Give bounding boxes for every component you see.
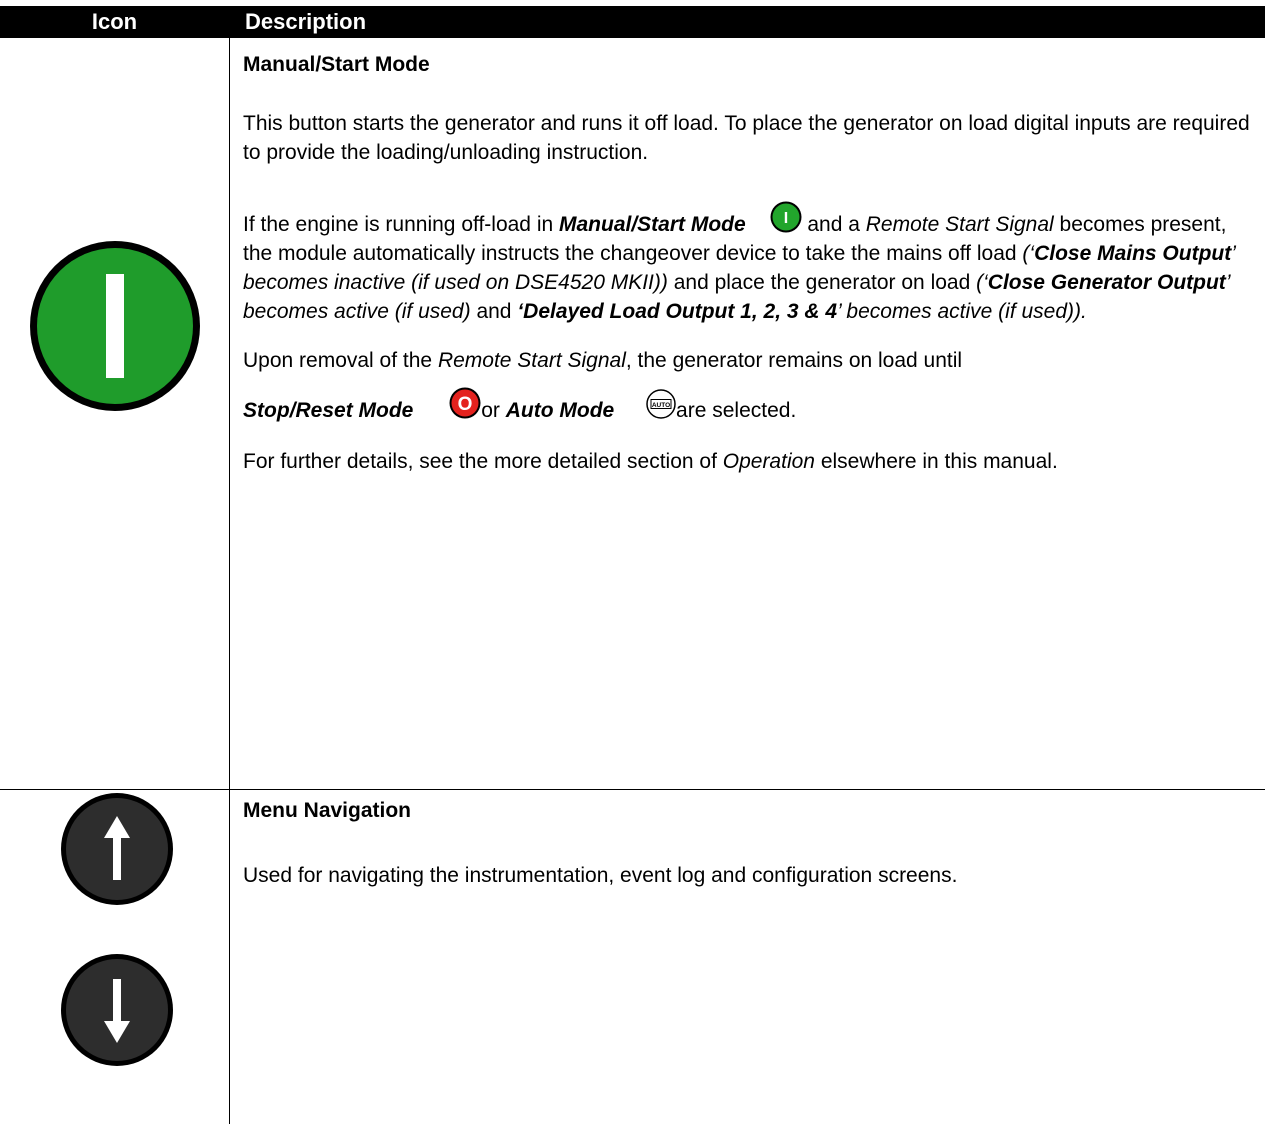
text: ’ becomes active (if used)). (837, 300, 1087, 323)
stop-mode-icon: O (449, 387, 481, 419)
signal-name: Remote Start Signal (437, 349, 626, 372)
auto-mode-icon: AUTO (646, 389, 676, 419)
output-name: Delayed Load Output 1, 2, 3 & 4 (523, 300, 838, 323)
paragraph: For further details, see the more detail… (243, 447, 1261, 476)
text: elsewhere in this manual. (814, 450, 1058, 473)
mode-name: Stop/Reset Mode (243, 399, 414, 422)
start-mode-icon: I (770, 201, 802, 233)
auto-glyph: AUTO (652, 402, 670, 409)
stop-glyph: O (458, 394, 473, 415)
column-divider (229, 38, 230, 1124)
text: (‘ (976, 271, 988, 294)
up-arrow-button-icon (61, 793, 173, 905)
paragraph: This button starts the generator and run… (243, 109, 1261, 167)
start-button-icon (30, 241, 200, 411)
row-divider (0, 789, 1265, 790)
text: If the engine is running off-load in (243, 213, 559, 236)
row-title: Manual/Start Mode (243, 53, 430, 76)
paragraph-text: This button starts the generator and run… (243, 112, 1250, 164)
section-name: Operation (722, 450, 815, 473)
text: Upon removal of the (243, 349, 438, 372)
paragraph: Used for navigating the instrumentation,… (243, 864, 958, 887)
header-icon-column: Icon (91, 9, 138, 34)
mode-name: Auto Mode (505, 399, 615, 422)
text: are selected. (676, 399, 797, 422)
text: , the generator remains on load until (625, 349, 963, 372)
text: For further details, see the more detail… (243, 450, 723, 473)
paragraph: Upon removal of the Remote Start Signal,… (243, 346, 1261, 375)
menu-navigation-description: Menu Navigation Used for navigating the … (243, 796, 1261, 909)
down-arrow-button-icon (61, 954, 173, 1066)
signal-name: Remote Start Signal (865, 213, 1054, 236)
text: or (481, 399, 506, 422)
row-title: Menu Navigation (243, 799, 412, 822)
paragraph: If the engine is running off-load in Man… (243, 201, 1261, 326)
table-header: Icon Description (0, 6, 1265, 38)
output-name: Close Mains Output (1034, 242, 1232, 265)
mode-name: Manual/Start Mode (559, 213, 746, 236)
text: (‘ (1022, 242, 1035, 265)
text: and place the generator on load (667, 271, 977, 294)
start-glyph: I (783, 210, 787, 227)
paragraph: Stop/Reset Mode O or Auto Mode AUTO are … (243, 387, 1261, 425)
header-description-column: Description (245, 9, 367, 34)
manual-start-mode-description: Manual/Start Mode This button starts the… (243, 50, 1261, 495)
text: and (470, 300, 518, 323)
text: and a (801, 213, 866, 236)
output-name: Close Generator Output (987, 271, 1226, 294)
